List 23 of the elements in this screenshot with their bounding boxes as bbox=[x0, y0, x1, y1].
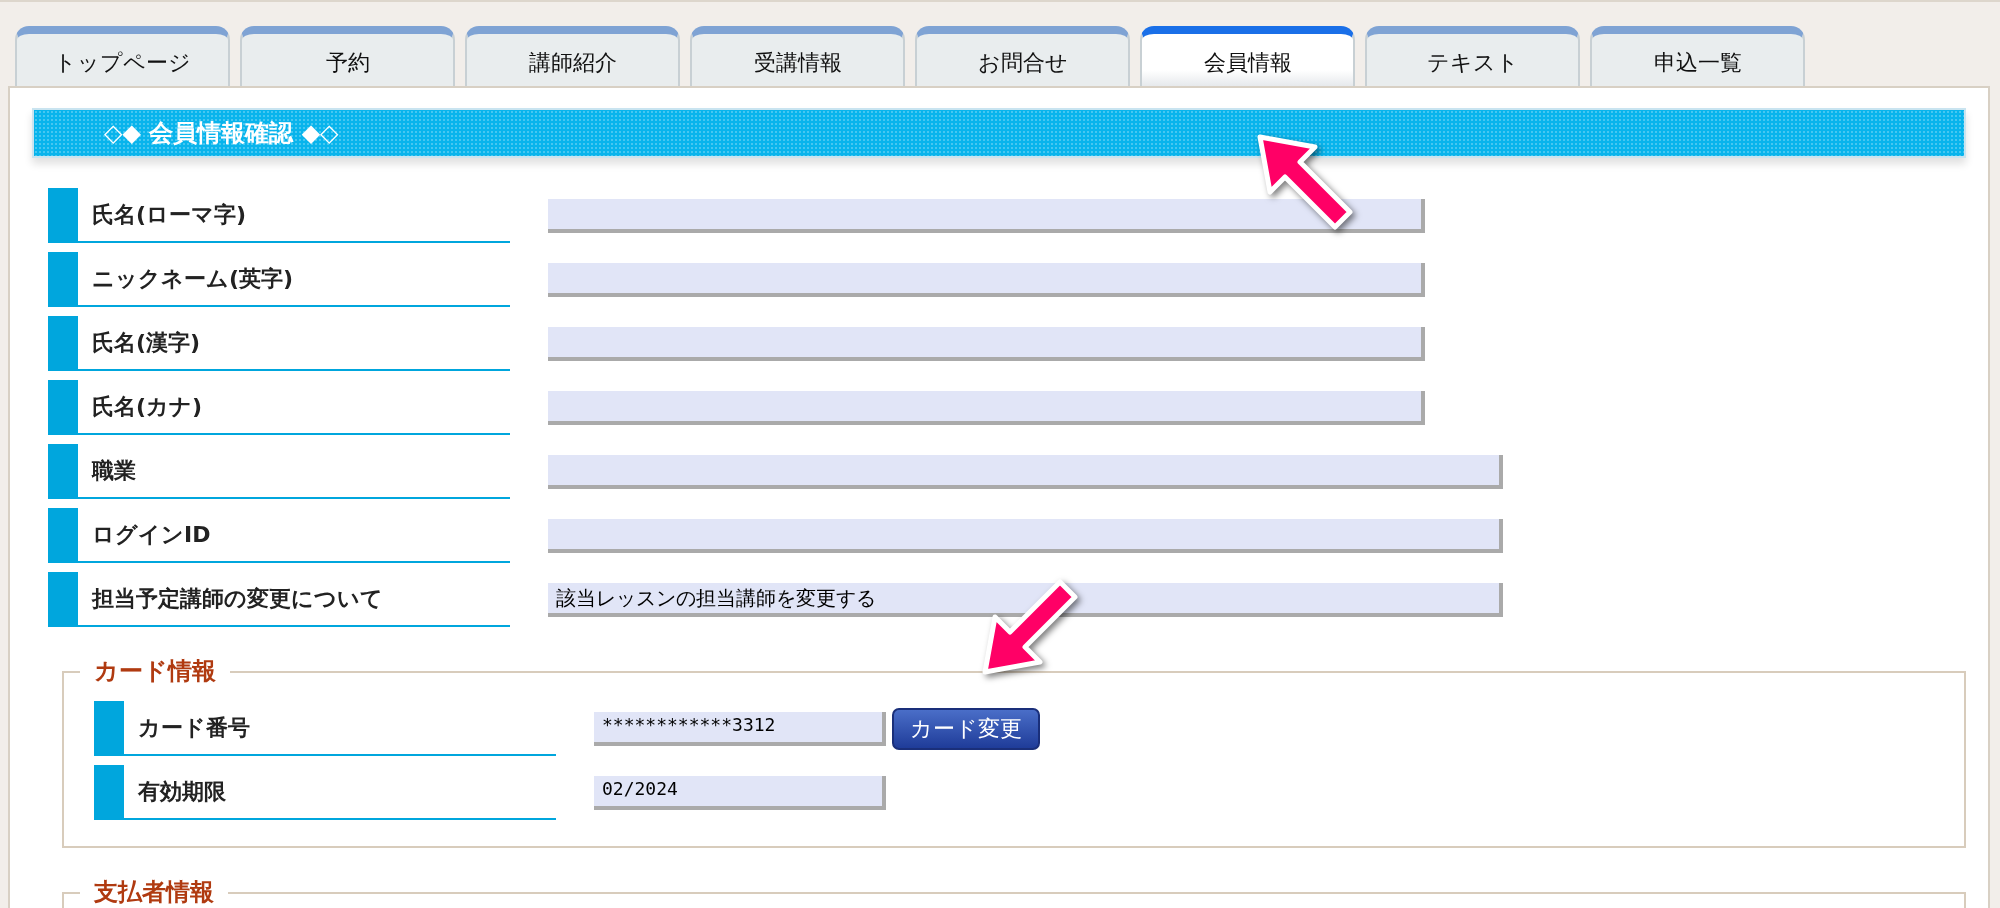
field-label: カード番号 bbox=[94, 701, 556, 756]
nav-tab[interactable]: トップページ bbox=[15, 26, 230, 86]
nav-tab[interactable]: 申込一覧 bbox=[1590, 26, 1805, 86]
nav-tab[interactable]: 講師紹介 bbox=[465, 26, 680, 86]
field-label: ニックネーム(英字) bbox=[48, 252, 510, 307]
change-card-button[interactable]: カード変更 bbox=[892, 707, 1040, 750]
field-label: 氏名(カナ) bbox=[48, 380, 510, 435]
nav-tab[interactable]: お問合せ bbox=[915, 26, 1130, 86]
arrow-icon bbox=[1255, 132, 1355, 232]
field-label: 担当予定講師の変更について bbox=[48, 572, 510, 627]
nav-tab[interactable]: テキスト bbox=[1365, 26, 1580, 86]
field-label: 氏名(ローマ字) bbox=[48, 188, 510, 243]
nav-tab[interactable]: 会員情報 bbox=[1140, 26, 1355, 86]
value-field: ************3312 bbox=[594, 711, 886, 746]
nav-tab[interactable]: 受講情報 bbox=[690, 26, 905, 86]
nav-tab[interactable]: 予約 bbox=[240, 26, 455, 86]
value-field: 02/2024 bbox=[594, 775, 886, 810]
value-field: 該当レッスンの担当講師を変更する bbox=[548, 582, 1503, 617]
field-label: 氏名(漢字) bbox=[48, 316, 510, 371]
field-label: 職業 bbox=[48, 444, 510, 499]
field-label: 有効期限 bbox=[94, 765, 556, 820]
section-title: ◇◆ 会員情報確認 ◆◇ bbox=[104, 118, 339, 149]
field-label: ログインID bbox=[48, 508, 510, 563]
